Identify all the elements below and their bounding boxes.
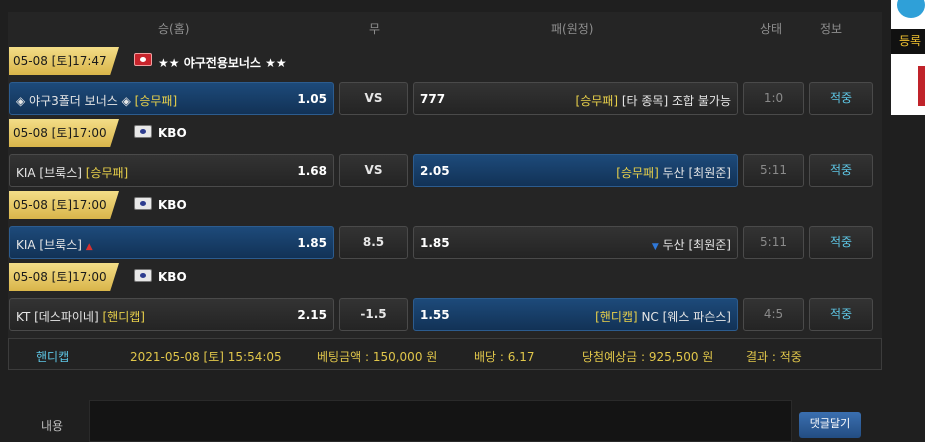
away-team: NC [웨스 파슨스] <box>641 310 731 324</box>
away-team: 두산 [최원준] <box>662 238 731 252</box>
away-bet-button[interactable]: 1.55 [핸디캡] NC [웨스 파슨스] <box>413 298 738 331</box>
header-draw: 무 <box>369 22 381 36</box>
korea-flag-icon <box>134 125 152 138</box>
expected-win: 당첨예상금 : 925,500 원 <box>582 350 714 364</box>
match-header: 05-08 [토]17:00 KBO <box>8 262 882 292</box>
korea-flag-icon <box>134 269 152 282</box>
away-bet-button[interactable]: 1.85 ▼ 두산 [최원준] <box>413 226 738 259</box>
match-status: 5:11 <box>743 226 804 259</box>
result-info-button[interactable]: 적중 <box>809 154 873 187</box>
line-button[interactable]: 8.5 <box>339 226 408 259</box>
home-odd: 2.15 <box>297 308 327 322</box>
away-bet-button[interactable]: 777 [승무패] [타 종목] 조합 불가능 <box>413 82 738 115</box>
away-tag: [승무패] <box>616 166 659 180</box>
home-odd: 1.05 <box>297 92 327 106</box>
match-date: 05-08 [토]17:47 <box>9 47 119 75</box>
match-date: 05-08 [토]17:00 <box>9 191 119 219</box>
header-status: 상태 <box>760 22 783 36</box>
home-bet-button[interactable]: KIA [브룩스] ▲ 1.85 <box>9 226 334 259</box>
draw-bet-button[interactable]: VS <box>339 82 408 115</box>
bet-datetime: 2021-05-08 [토] 15:54:05 <box>130 350 282 364</box>
handicap-button[interactable]: -1.5 <box>339 298 408 331</box>
away-tag: [핸디캡] <box>595 310 638 324</box>
match-row: KIA [브룩스] [승무패] 1.68 VS 2.05 [승무패] 두산 [최… <box>8 154 882 188</box>
under-arrow-icon: ▼ <box>651 242 659 252</box>
home-bet-button[interactable]: KIA [브룩스] [승무패] 1.68 <box>9 154 334 187</box>
match-row: KIA [브룩스] ▲ 1.85 8.5 1.85 ▼ 두산 [최원준] 5:1… <box>8 226 882 260</box>
away-odd: 777 <box>420 92 446 106</box>
home-odd: 1.68 <box>297 164 327 178</box>
league-name: KBO <box>158 198 187 212</box>
bonus-flag-icon <box>134 53 152 66</box>
match-date: 05-08 [토]17:00 <box>9 119 119 147</box>
bet-result: 결과 : 적중 <box>746 350 802 364</box>
league-name: ★★ 야구전용보너스 ★★ <box>158 56 287 70</box>
comment-label: 내용 <box>41 419 64 433</box>
home-odd: 1.85 <box>297 236 327 250</box>
home-team: KIA [브룩스] <box>16 166 82 180</box>
table-header: 승(홈) 무 패(원정) 상태 정보 <box>8 12 882 42</box>
home-team: KT [데스파이네] <box>16 310 99 324</box>
home-bet-button[interactable]: ◈ 야구3폴더 보너스 ◈ [승무패] 1.05 <box>9 82 334 115</box>
draw-bet-button[interactable]: VS <box>339 154 408 187</box>
banner-graphic <box>918 66 925 106</box>
korea-flag-icon <box>134 197 152 210</box>
match-header: 05-08 [토]17:47 ★★ 야구전용보너스 ★★ <box>8 46 882 76</box>
header-home: 승(홈) <box>158 22 190 36</box>
bet-type: 핸디캡 <box>36 350 70 364</box>
away-odd: 1.85 <box>420 236 450 250</box>
register-banner[interactable]: 등록 <box>891 29 925 54</box>
match-status: 4:5 <box>743 298 804 331</box>
away-team: [타 종목] 조합 불가능 <box>621 94 731 108</box>
match-date: 05-08 [토]17:00 <box>9 263 119 291</box>
home-tag: [핸디캡] <box>102 310 145 324</box>
bet-odds: 배당 : 6.17 <box>474 350 535 364</box>
bet-summary: 핸디캡 2021-05-08 [토] 15:54:05 베팅금액 : 150,0… <box>8 338 882 370</box>
away-team: 두산 [최원준] <box>662 166 731 180</box>
match-header: 05-08 [토]17:00 KBO <box>8 190 882 220</box>
home-bet-button[interactable]: KT [데스파이네] [핸디캡] 2.15 <box>9 298 334 331</box>
away-odd: 1.55 <box>420 308 450 322</box>
league-name: KBO <box>158 126 187 140</box>
league-name: KBO <box>158 270 187 284</box>
result-info-button[interactable]: 적중 <box>809 226 873 259</box>
match-status: 1:0 <box>743 82 804 115</box>
away-odd: 2.05 <box>420 164 450 178</box>
home-team: ◈ 야구3폴더 보너스 ◈ <box>16 94 131 108</box>
reply-button[interactable]: 댓글달기 <box>799 412 861 438</box>
away-bet-button[interactable]: 2.05 [승무패] 두산 [최원준] <box>413 154 738 187</box>
home-tag: [승무패] <box>85 166 129 180</box>
home-tag: [승무패] <box>134 94 178 108</box>
over-arrow-icon: ▲ <box>85 242 93 252</box>
match-header: 05-08 [토]17:00 KBO <box>8 118 882 148</box>
away-tag: [승무패] <box>575 94 619 108</box>
comment-input[interactable] <box>89 400 792 442</box>
home-team: KIA [브룩스] <box>16 238 82 252</box>
result-info-button[interactable]: 적중 <box>809 82 873 115</box>
match-status: 5:11 <box>743 154 804 187</box>
match-row: ◈ 야구3폴더 보너스 ◈ [승무패] 1.05 VS 777 [승무패] [타… <box>8 82 882 116</box>
match-row: KT [데스파이네] [핸디캡] 2.15 -1.5 1.55 [핸디캡] NC… <box>8 298 882 332</box>
bet-amount: 베팅금액 : 150,000 원 <box>317 350 438 364</box>
result-info-button[interactable]: 적중 <box>809 298 873 331</box>
header-away: 패(원정) <box>551 22 594 36</box>
header-info: 정보 <box>820 22 843 36</box>
